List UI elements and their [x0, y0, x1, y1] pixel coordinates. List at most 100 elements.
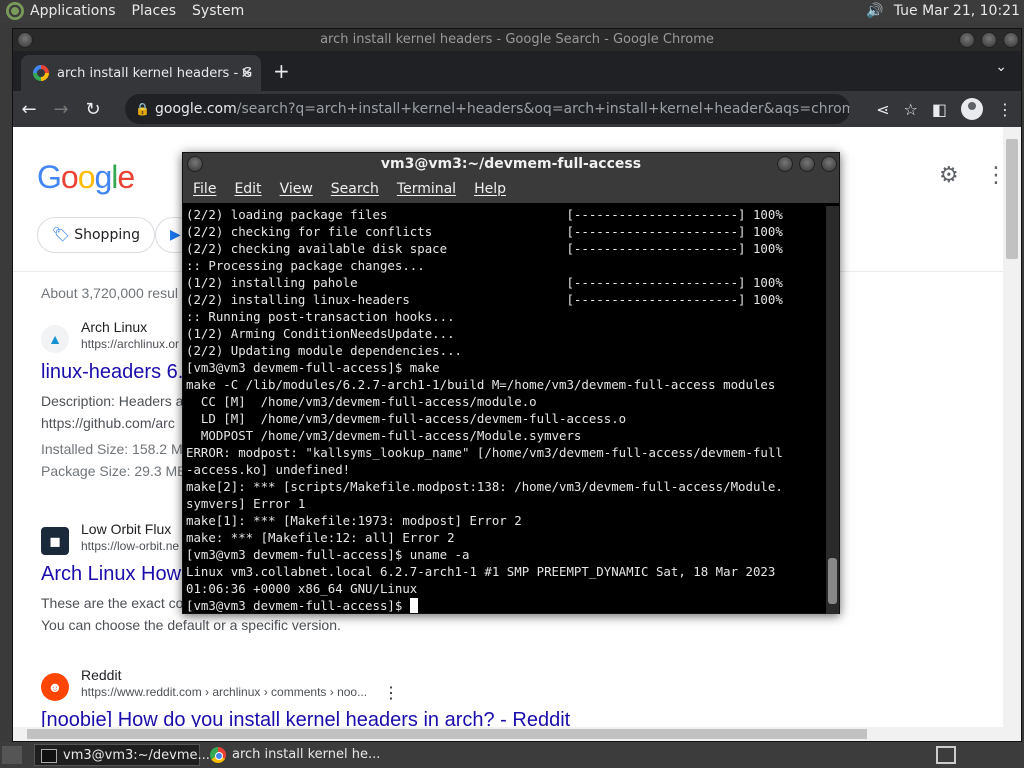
- clock[interactable]: Tue Mar 21, 10:21: [894, 3, 1020, 19]
- taskbar-label: vm3@vm3:~/devme...: [63, 748, 210, 763]
- menu-terminal[interactable]: Terminal: [397, 181, 456, 197]
- terminal-line: ERROR: modpost: "kallsyms_lookup_name" […: [186, 445, 783, 460]
- result-snippet: https://github.com/arc: [41, 415, 175, 431]
- lock-icon[interactable]: 🔒: [135, 94, 150, 124]
- url-path: /search?q=arch+install+kernel+headers&oq…: [236, 101, 850, 117]
- scrollbar-thumb[interactable]: [828, 558, 837, 604]
- result-snippet: Description: Headers a: [41, 393, 184, 409]
- close-window-icon[interactable]: [821, 156, 837, 172]
- arch-linux-favicon-icon: ▲: [41, 325, 69, 353]
- tab-google-search[interactable]: arch install kernel headers - G ✕: [21, 55, 261, 91]
- low-orbit-favicon-icon: ◼: [41, 527, 69, 555]
- share-icon[interactable]: ⋖: [876, 100, 889, 119]
- new-tab-icon[interactable]: +: [273, 59, 290, 83]
- chrome-window-title: arch install kernel headers - Google Sea…: [320, 32, 714, 47]
- result-title[interactable]: Arch Linux How: [41, 563, 181, 586]
- result-site[interactable]: Arch Linux: [81, 319, 147, 335]
- window-menu-icon[interactable]: [17, 32, 33, 48]
- result-url[interactable]: https://low-orbit.ne: [81, 539, 179, 553]
- google-logo[interactable]: Google: [37, 159, 135, 196]
- reload-icon[interactable]: ↻: [77, 99, 109, 120]
- result-url[interactable]: https://www.reddit.com › archlinux › com…: [81, 685, 367, 699]
- page-horizontal-scrollbar[interactable]: [13, 727, 1021, 741]
- places-menu[interactable]: Places: [132, 3, 177, 19]
- result-snippet: Package Size: 29.3 MB: [41, 463, 187, 479]
- terminal-line: LD [M] /home/vm3/devmem-full-access/devm…: [200, 411, 627, 426]
- terminal-window: vm3@vm3:~/devmem-full-access File Edit V…: [182, 152, 840, 614]
- page-vertical-scrollbar[interactable]: [1003, 127, 1021, 727]
- result-url[interactable]: https://archlinux.or: [81, 337, 179, 351]
- terminal-line: (1/2) installing pahole [---------------…: [186, 275, 783, 290]
- result-stats: About 3,720,000 resul: [41, 285, 178, 301]
- minimize-icon[interactable]: [959, 32, 975, 48]
- address-bar[interactable]: 🔒 google.com/search?q=arch+install+kerne…: [125, 94, 850, 124]
- chrome-menu-icon[interactable]: ⋮: [997, 100, 1013, 119]
- close-window-icon[interactable]: [1003, 32, 1019, 48]
- show-desktop-left-icon[interactable]: [2, 746, 22, 764]
- maximize-icon[interactable]: [981, 32, 997, 48]
- video-icon: ▶: [170, 227, 181, 243]
- terminal-line: (2/2) checking for file conflicts [-----…: [186, 224, 783, 239]
- menu-file[interactable]: File: [193, 181, 216, 197]
- result-site[interactable]: Reddit: [81, 667, 121, 683]
- url-host: google.com: [155, 101, 237, 117]
- terminal-line: :: Running post-transaction hooks...: [186, 309, 455, 324]
- terminal-line: CC [M] /home/vm3/devmem-full-access/modu…: [200, 394, 537, 409]
- terminal-line: (2/2) Updating module dependencies...: [186, 343, 463, 358]
- terminal-line: make[1]: *** [Makefile:1973: modpost] Er…: [186, 513, 522, 528]
- distro-logo-icon[interactable]: [6, 2, 24, 20]
- taskbar-item-terminal[interactable]: vm3@vm3:~/devme...: [34, 744, 210, 766]
- terminal-titlebar[interactable]: vm3@vm3:~/devmem-full-access: [183, 153, 839, 175]
- settings-gear-icon[interactable]: ⚙: [939, 163, 959, 188]
- bottom-panel: vm3@vm3:~/devme... arch install kernel h…: [0, 742, 1024, 768]
- terminal-scrollbar[interactable]: [826, 206, 839, 614]
- result-title[interactable]: [noobie] How do you install kernel heade…: [41, 709, 570, 727]
- chip-shopping[interactable]: 🏷 Shopping: [37, 217, 155, 253]
- terminal-line: (2/2) installing linux-headers [--------…: [186, 292, 783, 307]
- terminal-line: (2/2) loading package files [-----------…: [186, 207, 783, 222]
- forward-icon[interactable]: →: [45, 99, 77, 120]
- terminal-menubar: File Edit View Search Terminal Help: [183, 175, 839, 203]
- minimize-icon[interactable]: [777, 156, 793, 172]
- applications-menu[interactable]: Applications: [30, 3, 116, 19]
- bookmark-star-icon[interactable]: ☆: [904, 100, 918, 119]
- scrollbar-thumb[interactable]: [27, 729, 867, 739]
- terminal-prompt: [vm3@vm3 devmem-full-access]$: [186, 598, 410, 613]
- reddit-favicon-icon: ☻: [41, 673, 69, 701]
- menu-view[interactable]: View: [280, 181, 313, 197]
- result-title[interactable]: linux-headers 6.: [41, 361, 183, 384]
- tab-title: arch install kernel headers - G: [57, 65, 253, 81]
- terminal-icon: [41, 749, 57, 763]
- terminal-title: vm3@vm3:~/devmem-full-access: [380, 156, 642, 172]
- window-menu-icon[interactable]: [187, 156, 203, 172]
- result-site[interactable]: Low Orbit Flux: [81, 521, 171, 537]
- maximize-icon[interactable]: [799, 156, 815, 172]
- system-menu[interactable]: System: [192, 3, 244, 19]
- google-favicon-icon: [33, 65, 49, 81]
- result-snippet: You can choose the default or a specific…: [41, 617, 341, 633]
- back-icon[interactable]: ←: [13, 99, 45, 120]
- browser-toolbar: ← → ↻ 🔒 google.com/search?q=arch+install…: [13, 91, 1021, 127]
- menu-edit[interactable]: Edit: [234, 181, 261, 197]
- close-tab-icon[interactable]: ✕: [240, 64, 253, 82]
- terminal-line: (1/2) Arming ConditionNeedsUpdate...: [186, 326, 455, 341]
- menu-help[interactable]: Help: [474, 181, 506, 197]
- terminal-line: [vm3@vm3 devmem-full-access]$ make: [186, 360, 440, 375]
- result-more-icon[interactable]: ⋮: [383, 683, 399, 703]
- terminal-output[interactable]: (2/2) loading package files [-----------…: [186, 206, 826, 614]
- workspace-switcher-icon[interactable]: [936, 746, 956, 764]
- volume-icon[interactable]: 🔊: [866, 3, 883, 19]
- top-panel: Applications Places System 🔊 Tue Mar 21,…: [0, 0, 1024, 22]
- terminal-line: -access.ko] undefined!: [186, 462, 351, 477]
- chrome-titlebar[interactable]: arch install kernel headers - Google Sea…: [13, 29, 1021, 51]
- taskbar-label: arch install kernel he...: [232, 747, 381, 762]
- menu-search[interactable]: Search: [331, 181, 379, 197]
- chrome-icon: [210, 747, 226, 763]
- profile-avatar-icon[interactable]: [961, 98, 983, 120]
- taskbar-item-chrome[interactable]: arch install kernel he...: [204, 744, 384, 766]
- tab-strip: arch install kernel headers - G ✕ + ⌄: [13, 51, 1021, 91]
- side-panel-icon[interactable]: ◧: [932, 100, 947, 119]
- terminal-line: (2/2) checking available disk space [---…: [186, 241, 783, 256]
- scrollbar-thumb[interactable]: [1006, 139, 1018, 259]
- tab-search-chevron-icon[interactable]: ⌄: [995, 59, 1007, 75]
